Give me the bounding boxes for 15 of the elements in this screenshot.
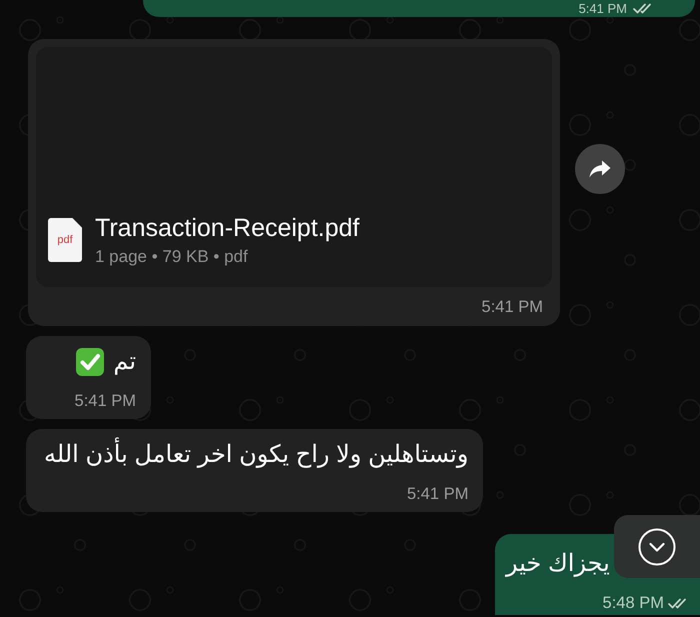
message-text: تم xyxy=(113,347,136,377)
document-message-bubble[interactable]: pdf Transaction-Receipt.pdf 1 page • 79 KB • pdf 5:41 PM xyxy=(28,39,560,326)
message-time: 5:41 PM xyxy=(407,484,468,504)
file-name: Transaction-Receipt.pdf xyxy=(95,213,360,243)
forward-button[interactable] xyxy=(575,144,625,194)
file-type-label: pdf xyxy=(57,234,73,246)
chevron-down-circle-icon xyxy=(638,528,676,566)
share-arrow-icon xyxy=(589,160,611,178)
message-time: 5:41 PM xyxy=(578,1,627,16)
message-time: 5:48 PM xyxy=(602,593,664,613)
message-text: يجزاك خير xyxy=(506,549,610,579)
message-time: 5:41 PM xyxy=(482,296,543,316)
message-time: 5:41 PM xyxy=(74,391,136,411)
file-details: 1 page • 79 KB • pdf xyxy=(95,247,249,267)
scroll-down-button[interactable] xyxy=(614,515,700,578)
